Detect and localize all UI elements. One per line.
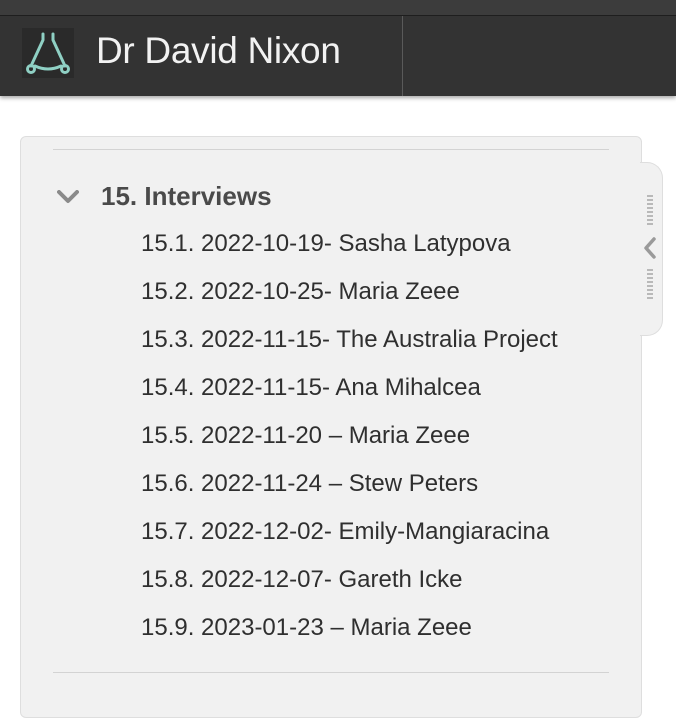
toc-list: 15.1. 2022-10-19- Sasha Latypova 15.2. 2… xyxy=(141,225,558,657)
site-title[interactable]: Dr David Nixon xyxy=(96,30,341,72)
grip-bottom xyxy=(647,269,653,299)
toc-section-header[interactable]: 15. Interviews xyxy=(57,181,272,212)
top-divider xyxy=(53,149,609,150)
header-divider xyxy=(402,16,403,96)
sidebar-toggle-tab[interactable] xyxy=(640,162,663,336)
chevron-left-icon[interactable] xyxy=(643,237,657,259)
toc-item[interactable]: 15.7. 2022-12-02- Emily-Mangiaracina xyxy=(141,513,558,561)
toc-panel: 15. Interviews 15.1. 2022-10-19- Sasha L… xyxy=(20,136,642,718)
toc-item[interactable]: 15.3. 2022-11-15- The Australia Project xyxy=(141,321,558,369)
site-header: Dr David Nixon xyxy=(0,0,676,96)
stethoscope-icon[interactable] xyxy=(22,28,74,78)
section-title[interactable]: 15. Interviews xyxy=(101,181,272,212)
toc-item[interactable]: 15.5. 2022-11-20 – Maria Zeee xyxy=(141,417,558,465)
toc-item[interactable]: 15.6. 2022-11-24 – Stew Peters xyxy=(141,465,558,513)
toc-item[interactable]: 15.8. 2022-12-07- Gareth Icke xyxy=(141,561,558,609)
toc-item[interactable]: 15.4. 2022-11-15- Ana Mihalcea xyxy=(141,369,558,417)
grip-top xyxy=(647,195,653,225)
top-strip xyxy=(0,0,676,16)
toc-item[interactable]: 15.1. 2022-10-19- Sasha Latypova xyxy=(141,225,558,273)
bottom-divider xyxy=(53,672,609,673)
toc-item[interactable]: 15.9. 2023-01-23 – Maria Zeee xyxy=(141,609,558,657)
toc-item[interactable]: 15.2. 2022-10-25- Maria Zeee xyxy=(141,273,558,321)
chevron-down-icon[interactable] xyxy=(57,189,79,204)
